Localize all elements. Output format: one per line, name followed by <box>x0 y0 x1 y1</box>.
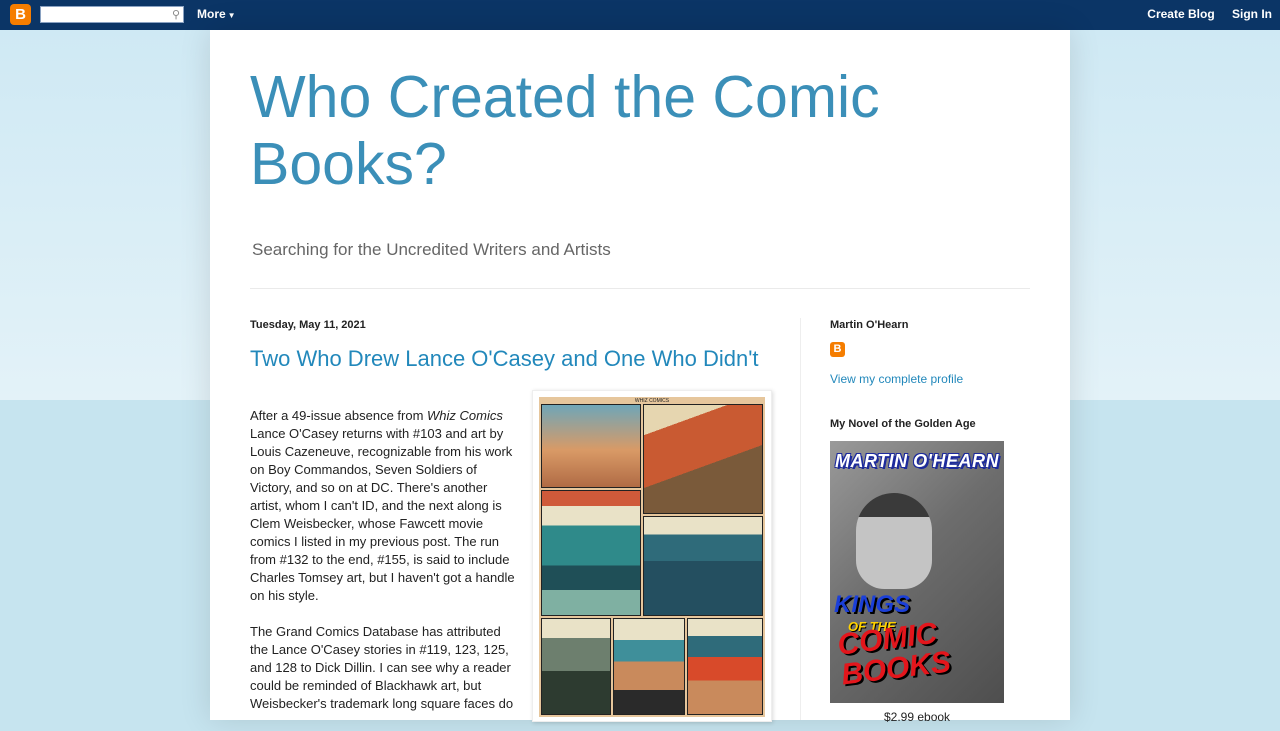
caret-down-icon: ▼ <box>227 11 236 20</box>
comic-title-italic: Whiz Comics <box>427 408 503 423</box>
book-cover-image[interactable]: MARTIN O'HEARN KINGS OF THE COMIC BOOKS <box>830 441 1004 703</box>
comic-page-image[interactable]: WHIZ COMICS <box>539 397 765 717</box>
comic-panel <box>541 404 641 488</box>
comic-panel <box>643 404 763 514</box>
post-paragraph: The Grand Comics Database has attributed… <box>250 624 514 711</box>
more-label: More <box>197 7 226 21</box>
blogger-logo-icon[interactable]: B <box>10 4 31 25</box>
view-profile-link[interactable]: View my complete profile <box>830 372 963 386</box>
more-menu-button[interactable]: More ▼ <box>197 7 236 21</box>
column-divider <box>800 318 801 720</box>
blogger-profile-icon[interactable]: B <box>830 342 845 357</box>
novel-heading: My Novel of the Golden Age <box>830 418 976 430</box>
sign-in-link[interactable]: Sign In <box>1232 7 1272 21</box>
create-blog-link[interactable]: Create Blog <box>1147 7 1214 21</box>
post-date: Tuesday, May 11, 2021 <box>250 319 366 331</box>
book-title-line: KINGS <box>834 591 911 618</box>
post-body: After a 49-issue absence from Whiz Comic… <box>250 407 522 731</box>
book-cover-portrait <box>856 493 932 589</box>
comic-panel <box>541 490 641 616</box>
blog-title[interactable]: Who Created the Comic Books? <box>250 64 1010 198</box>
book-price: $2.99 ebook <box>884 710 951 724</box>
profile-heading: Martin O'Hearn <box>830 319 909 331</box>
header-divider <box>250 288 1030 289</box>
post-title[interactable]: Two Who Drew Lance O'Casey and One Who D… <box>250 346 759 372</box>
comic-panel <box>643 516 763 616</box>
post-image[interactable]: WHIZ COMICS <box>532 390 772 722</box>
blog-description: Searching for the Uncredited Writers and… <box>252 240 611 259</box>
search-icon[interactable]: ⚲ <box>172 8 180 21</box>
blogger-navbar: B ⚲ More ▼ Create Blog Sign In <box>0 0 1280 30</box>
content-outer: Who Created the Comic Books? Searching f… <box>210 30 1070 724</box>
book-author-text: MARTIN O'HEARN <box>835 451 999 471</box>
comic-panel <box>541 618 611 715</box>
comic-panel <box>687 618 763 715</box>
post-paragraph: After a 49-issue absence from Whiz Comic… <box>250 408 515 603</box>
comic-panel <box>613 618 685 715</box>
navbar-right-links: Create Blog Sign In <box>1133 7 1272 21</box>
navbar-search-box[interactable]: ⚲ <box>40 6 184 25</box>
navbar-search-input[interactable] <box>41 9 167 25</box>
